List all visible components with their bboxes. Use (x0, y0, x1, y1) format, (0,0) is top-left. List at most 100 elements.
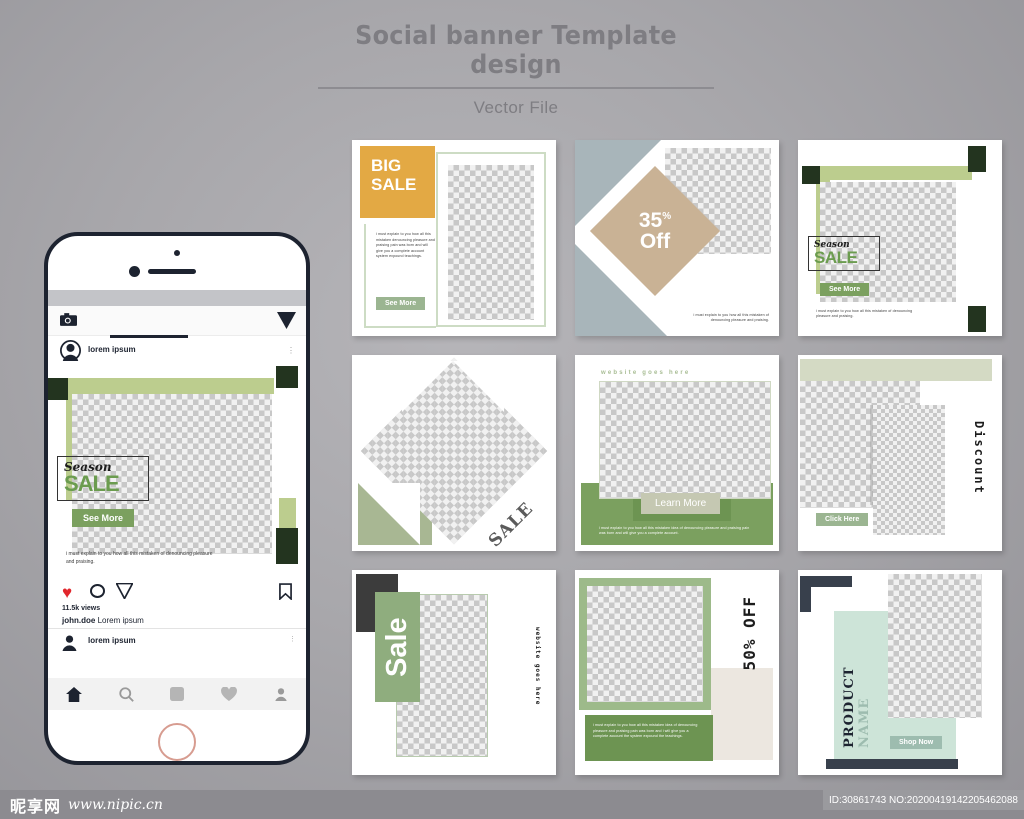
big-sale-line2: SALE (371, 175, 417, 195)
see-more-button[interactable]: See More (72, 509, 135, 527)
name-word: NAME (857, 697, 872, 748)
discount-text: 50% OFF (740, 596, 759, 671)
sale-text: Sale (381, 617, 413, 677)
template-card-50-off[interactable]: i must explain to you how all this mista… (575, 570, 779, 775)
home-icon[interactable] (66, 686, 83, 702)
earpiece-speaker (148, 269, 196, 274)
shop-now-button[interactable]: Shop Now (890, 736, 943, 749)
discount-label: 35% Off (609, 185, 701, 277)
search-icon[interactable] (119, 686, 134, 702)
product-word: PRODUCT (842, 666, 857, 748)
image-placeholder (888, 574, 982, 718)
bottom-tab-bar (48, 678, 306, 710)
paper-plane-icon[interactable] (277, 312, 296, 329)
bookmark-icon[interactable] (279, 583, 292, 600)
watermark-id-text: ID:30861743 NO:20200419142205462088 (828, 794, 1018, 806)
view-count: 11.5k views (62, 605, 101, 612)
home-button[interactable] (158, 723, 196, 761)
status-bar (48, 290, 306, 306)
see-more-button[interactable]: See More (376, 297, 426, 310)
comment-icon[interactable] (90, 584, 105, 598)
more-options-icon[interactable]: ⋮ (287, 346, 296, 355)
template-card-season-sale[interactable]: Season SALE See More i must explain to y… (798, 140, 1002, 336)
mask-shape-left (402, 361, 453, 412)
more-options-icon[interactable]: ⋮ (289, 635, 296, 643)
sale-text: SALE (484, 498, 538, 551)
dark-square-left (802, 166, 820, 184)
sale-label-bottom: SALE (64, 471, 120, 496)
post-actions: ♥ (48, 579, 306, 605)
watermark-bar: 昵享网 www.nipic.cn ID:30861743 NO:20200419… (0, 790, 1024, 819)
post-username[interactable]: lorem ipsum (88, 345, 136, 354)
image-placeholder-secondary (873, 405, 945, 535)
phone-mockup: lorem ipsum ⋮ Season SALE See More i mus… (44, 232, 310, 765)
front-camera-icon (129, 266, 140, 277)
dark-square-top (968, 146, 986, 172)
template-card-35-off[interactable]: 35% Off i must explain to you how all th… (575, 140, 779, 336)
template-card-product-name[interactable]: PRODUCT NAME Shop Now (798, 570, 1002, 775)
watermark-brand: 昵享网 (10, 796, 62, 816)
avatar[interactable] (60, 340, 81, 361)
card-body-text: i must explain to you how all this mista… (593, 723, 698, 739)
app-bar (48, 306, 306, 338)
page-title: Social banner Template design (355, 21, 677, 80)
template-card-diagonal-sale[interactable]: SALE (352, 355, 556, 551)
card-body-text: i must explain to you how all this mista… (693, 312, 769, 323)
website-label: website goes here (534, 627, 541, 706)
discount-off: Off (639, 230, 671, 253)
dark-square-top (276, 366, 298, 388)
text-box: i must explain to you how all this mista… (585, 715, 713, 761)
dark-square-bottom (276, 528, 298, 564)
page-header: Social banner Template design Vector Fil… (318, 22, 714, 118)
beige-box (711, 668, 773, 760)
phone-screen: lorem ipsum ⋮ Season SALE See More i mus… (48, 290, 306, 710)
dark-bottom-bar (826, 759, 958, 769)
dark-corner-shape (800, 576, 852, 612)
paper-plane-icon[interactable] (116, 583, 133, 599)
sale-label: Season SALE (57, 456, 149, 501)
learn-more-button[interactable]: Learn More (641, 493, 721, 514)
image-placeholder (587, 586, 703, 702)
avatar[interactable] (60, 632, 79, 651)
header-divider (318, 87, 714, 90)
template-card-learn-more[interactable]: website goes here Learn More i must expl… (575, 355, 779, 551)
sale-label-bottom: SALE (814, 248, 858, 267)
card-body-text: i must explain to you how all this mista… (816, 308, 913, 319)
template-row-3: Sale website goes here i must explain to… (352, 570, 1002, 775)
image-placeholder (448, 165, 534, 320)
dark-square-bottom (968, 306, 986, 332)
discount-percent: 35% (638, 209, 672, 232)
click-here-button[interactable]: Click Here (816, 513, 869, 526)
template-card-discount[interactable]: Click Here Discount (798, 355, 1002, 551)
post-image: Season SALE See More i must explain to y… (48, 366, 306, 579)
page-subtitle: Vector File (473, 98, 559, 118)
camera-icon[interactable] (60, 313, 77, 326)
product-name-text: PRODUCT NAME (842, 618, 872, 748)
top-band (800, 359, 992, 381)
profile-icon[interactable] (274, 687, 288, 701)
template-card-big-sale[interactable]: BIG SALE i must explain to you how all t… (352, 140, 556, 336)
template-row-2: SALE website goes here Learn More i must… (352, 355, 1002, 551)
reels-icon[interactable] (170, 687, 185, 701)
heart-icon[interactable] (221, 687, 237, 701)
watermark-url: www.nipic.cn (68, 796, 163, 813)
caption-text: Lorem ipsum (97, 616, 144, 625)
template-grid: BIG SALE i must explain to you how all t… (352, 140, 1002, 794)
heart-icon[interactable]: ♥ (62, 583, 72, 603)
website-label: website goes here (601, 370, 691, 376)
post-body-text: i must explain to you how all this mista… (66, 551, 213, 565)
big-sale-badge: BIG SALE (360, 146, 435, 218)
sale-label: Season SALE (808, 236, 880, 272)
discount-text: Discount (972, 421, 986, 495)
see-more-button[interactable]: See More (820, 283, 870, 296)
big-sale-line1: BIG (371, 156, 402, 175)
dark-square-left (48, 378, 68, 400)
caption-username[interactable]: john.doe (62, 616, 95, 625)
mask-shape-bottom (358, 483, 420, 545)
next-post-username[interactable]: lorem ipsum (88, 636, 136, 645)
post-caption: john.doe Lorem ipsum (62, 616, 144, 625)
card-body-text: i must explain to you how all this mista… (599, 525, 750, 536)
watermark-id-box: ID:30861743 NO:20200419142205462088 (822, 790, 1024, 810)
template-card-sale-vertical[interactable]: Sale website goes here (352, 570, 556, 775)
image-placeholder (599, 381, 771, 499)
